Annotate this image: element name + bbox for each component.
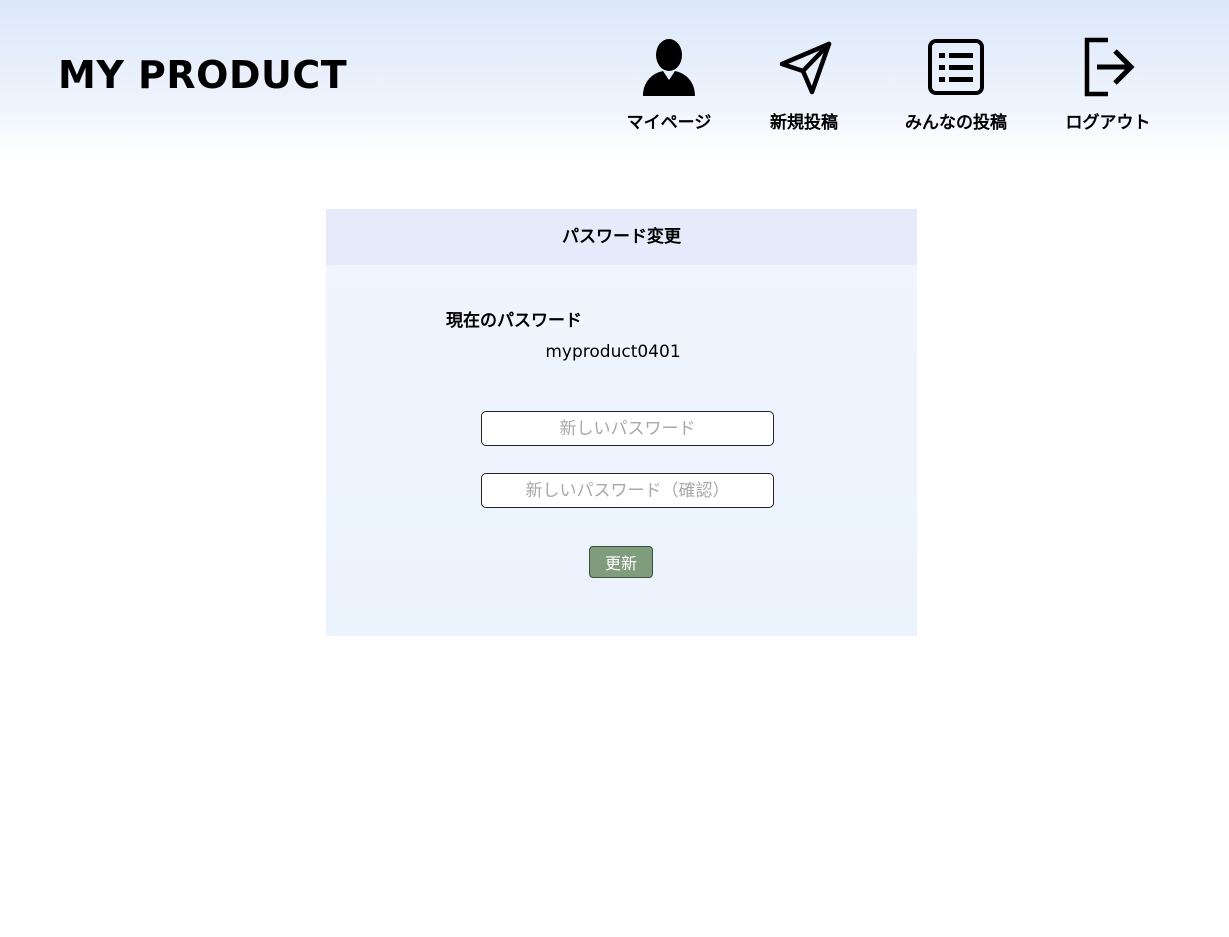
nav-all-posts-label: みんなの投稿 xyxy=(905,113,1007,133)
site-logo[interactable]: MY PRODUCT xyxy=(58,52,347,98)
nav-logout[interactable]: ログアウト xyxy=(1048,36,1168,133)
nav-new-post-label: 新規投稿 xyxy=(770,113,838,133)
current-password-value: myproduct0401 xyxy=(545,342,681,362)
nav-mypage-label: マイページ xyxy=(626,113,712,133)
new-password-input[interactable] xyxy=(481,411,774,446)
send-icon xyxy=(779,41,832,95)
nav-mypage[interactable]: マイページ xyxy=(609,36,729,133)
password-change-card: パスワード変更 現在のパスワード myproduct0401 更新 xyxy=(326,209,917,636)
update-button[interactable]: 更新 xyxy=(589,546,653,578)
nav-logout-label: ログアウト xyxy=(1065,113,1151,133)
nav-all-posts[interactable]: みんなの投稿 xyxy=(896,36,1016,133)
nav-new-post[interactable]: 新規投稿 xyxy=(744,36,864,133)
card-title: パスワード変更 xyxy=(326,209,917,265)
confirm-password-input[interactable] xyxy=(481,473,774,508)
list-icon xyxy=(928,39,984,95)
site-header: MY PRODUCT マイページ 新規投稿 みんなの投稿 ログアウト xyxy=(0,0,1229,158)
logout-icon xyxy=(1084,37,1135,97)
current-password-label: 現在のパスワード xyxy=(446,311,582,331)
user-icon xyxy=(643,39,695,96)
